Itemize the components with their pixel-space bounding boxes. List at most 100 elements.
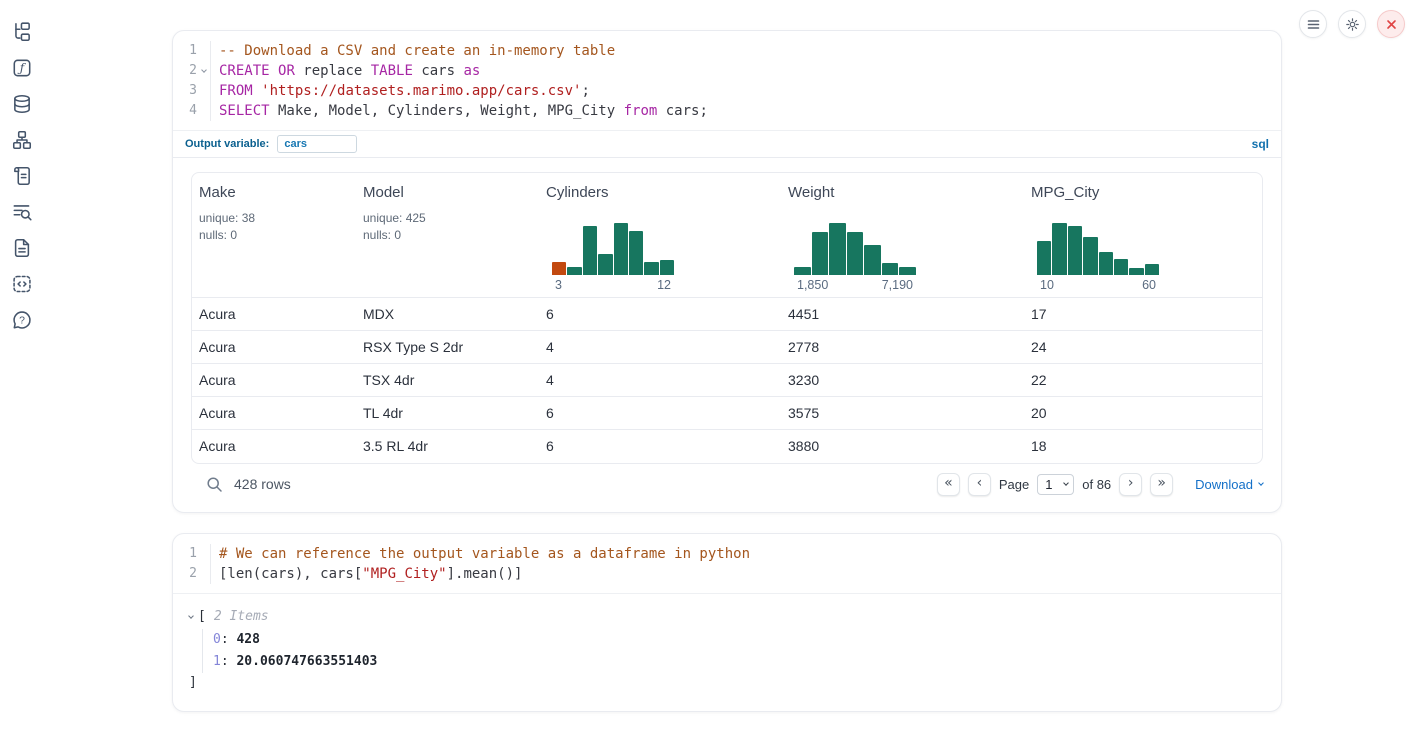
histogram-bar[interactable]: [794, 267, 811, 275]
code-editor[interactable]: 1 -- Download a CSV and create an in-memo…: [173, 31, 1281, 130]
histogram-bar[interactable]: [1037, 241, 1051, 275]
histogram-bar[interactable]: [882, 263, 899, 275]
chevron-down-icon: [1258, 480, 1264, 486]
fold-chevron-icon: [197, 41, 210, 61]
histogram-bar[interactable]: [864, 245, 881, 275]
search-icon[interactable]: [206, 476, 223, 493]
column-title: Make: [199, 184, 356, 201]
tree-entry: 1: 20.060747663551403: [213, 651, 1265, 673]
code-editor[interactable]: 1# We can reference the output variable …: [173, 534, 1281, 594]
output-tree: [ 2 Items 0: 4281: 20.060747663551403 ]: [173, 594, 1281, 693]
table-cell: 3230: [781, 372, 1024, 388]
column-header-weight[interactable]: Weight1,8507,190: [781, 173, 1024, 297]
shutdown-close-icon[interactable]: [1377, 10, 1405, 38]
histogram-bar[interactable]: [1099, 252, 1113, 275]
histogram-bar[interactable]: [567, 267, 581, 275]
table-body: AcuraMDX6445117AcuraRSX Type S 2dr427782…: [192, 297, 1262, 462]
histogram-bar[interactable]: [644, 262, 658, 275]
variables-icon[interactable]: ƒ: [11, 57, 33, 79]
menu-icon[interactable]: [1299, 10, 1327, 38]
line-number: 1: [173, 544, 197, 564]
fold-chevron-icon: [197, 61, 210, 81]
page-select[interactable]: 1: [1037, 474, 1074, 495]
chevron-down-icon: [1063, 480, 1069, 486]
code-line: 4SELECT Make, Model, Cylinders, Weight, …: [173, 101, 1267, 121]
histogram-bars: [794, 223, 916, 275]
collapse-chevron-icon[interactable]: [188, 613, 194, 619]
tree-entry: 0: 428: [213, 629, 1265, 651]
table-cell: 3880: [781, 438, 1024, 454]
histogram-bar[interactable]: [829, 223, 846, 275]
column-title: Model: [363, 184, 539, 201]
page-select-value: 1: [1045, 477, 1052, 492]
first-page-button[interactable]: «: [937, 473, 960, 496]
table-cell: Acura: [192, 306, 356, 322]
histogram-bar[interactable]: [1052, 223, 1066, 275]
column-title: Cylinders: [546, 184, 781, 201]
histogram-bar[interactable]: [899, 267, 916, 275]
histogram-bar[interactable]: [1114, 259, 1128, 275]
bracket-open: [: [198, 607, 206, 627]
prev-page-button[interactable]: ‹: [968, 473, 991, 496]
last-page-button[interactable]: »: [1150, 473, 1173, 496]
column-stats: unique: 38nulls: 0: [199, 210, 356, 244]
output-variable-input[interactable]: [277, 135, 357, 153]
help-icon[interactable]: ?: [11, 309, 33, 331]
table-cell: 4: [539, 372, 781, 388]
histogram-bar[interactable]: [629, 231, 643, 275]
fold-chevron-icon: [197, 101, 210, 121]
column-title: MPG_City: [1031, 184, 1262, 201]
svg-text:ƒ: ƒ: [17, 61, 27, 75]
column-header-make[interactable]: Make unique: 38nulls: 0: [192, 173, 356, 297]
settings-gear-icon[interactable]: [1338, 10, 1366, 38]
column-stats: unique: 425nulls: 0: [363, 210, 539, 244]
table-footer: 428 rows « ‹ Page 1 of 86 › » Download: [191, 464, 1263, 504]
scratchpad-icon[interactable]: [11, 165, 33, 187]
table-cell: RSX Type S 2dr: [356, 339, 539, 355]
line-number: 1: [173, 41, 197, 61]
column-header-cylinders[interactable]: Cylinders 312: [539, 173, 781, 297]
histogram-axis-labels: 1,8507,190: [794, 278, 916, 292]
table-cell: TL 4dr: [356, 405, 539, 421]
code-panel-icon[interactable]: [11, 273, 33, 295]
histogram-bar[interactable]: [583, 226, 597, 275]
histogram-bars: [552, 223, 674, 275]
histogram-bar[interactable]: [847, 232, 864, 275]
code-text: SELECT Make, Model, Cylinders, Weight, M…: [210, 101, 1267, 121]
histogram-bar[interactable]: [552, 262, 566, 275]
histogram-bar[interactable]: [1145, 264, 1159, 275]
code-line: 2CREATE OR replace TABLE cars as: [173, 61, 1267, 81]
bracket-close: ]: [189, 673, 1265, 693]
histogram-bar[interactable]: [614, 223, 628, 275]
snippets-icon[interactable]: [11, 237, 33, 259]
histogram-axis-labels: 312: [552, 278, 674, 292]
table-cell: 3.5 RL 4dr: [356, 438, 539, 454]
line-number: 2: [173, 564, 197, 584]
logs-icon[interactable]: [11, 201, 33, 223]
dependency-graph-icon[interactable]: [11, 129, 33, 151]
items-count-label: 2 Items: [214, 607, 269, 627]
histogram-bar[interactable]: [660, 260, 674, 275]
code-text: FROM 'https://datasets.marimo.app/cars.c…: [210, 81, 1267, 101]
table-cell: 6: [539, 306, 781, 322]
table-cell: 20: [1024, 405, 1262, 421]
histogram-bar[interactable]: [1068, 226, 1082, 275]
histogram-bar[interactable]: [1129, 268, 1143, 275]
histogram-bar[interactable]: [812, 232, 829, 275]
row-count: 428 rows: [234, 476, 291, 492]
column-header-model[interactable]: Model unique: 425nulls: 0: [356, 173, 539, 297]
column-header-mpg_city[interactable]: MPG_City1060: [1024, 173, 1262, 297]
column-histogram: 312: [552, 223, 674, 292]
download-button[interactable]: Download: [1195, 477, 1263, 492]
code-text: -- Download a CSV and create an in-memor…: [210, 41, 1267, 61]
table-cell: 4: [539, 339, 781, 355]
language-badge[interactable]: sql: [1252, 137, 1269, 151]
next-page-button[interactable]: ›: [1119, 473, 1142, 496]
histogram-bar[interactable]: [1083, 237, 1097, 275]
datasources-icon[interactable]: [11, 93, 33, 115]
code-line: 2[len(cars), cars["MPG_City"].mean()]: [173, 564, 1267, 584]
result-table: Make unique: 38nulls: 0 Model unique: 425nu…: [191, 172, 1263, 464]
file-explorer-icon[interactable]: [11, 21, 33, 43]
histogram-bar[interactable]: [598, 254, 612, 275]
table-cell: Acura: [192, 339, 356, 355]
